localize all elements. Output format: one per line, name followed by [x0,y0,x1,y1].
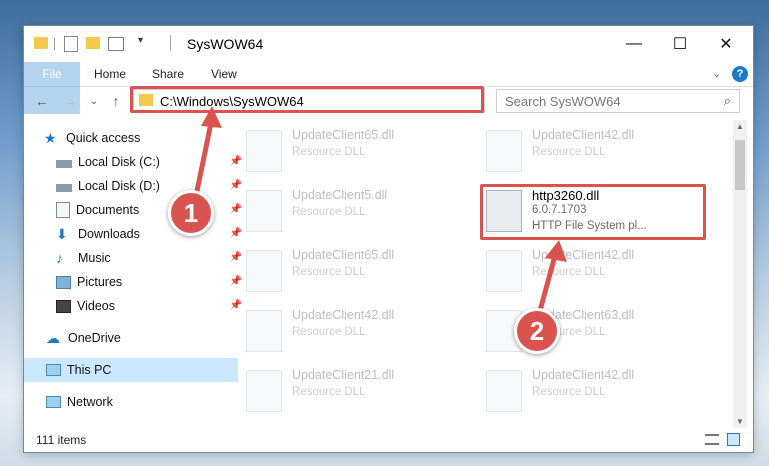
callout-badge-1: 1 [168,190,214,236]
arrow-two-head [545,240,567,262]
arrow-one-shaft [193,117,215,197]
annotation-arrows [193,106,567,319]
arrow-one-head [201,106,222,128]
callout-badge-2: 2 [514,308,560,354]
